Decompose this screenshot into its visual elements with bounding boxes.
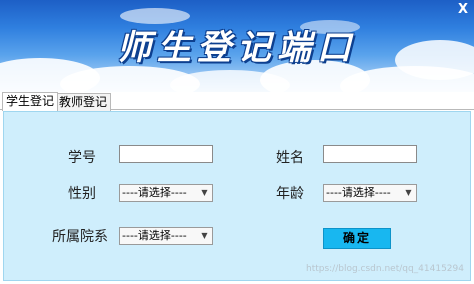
close-icon[interactable]: X [458,2,468,17]
name-label: 姓名 [276,150,304,166]
age-select-value: ----请选择---- [326,186,391,199]
tab-teacher-registration[interactable]: 教师登记 [55,93,112,111]
submit-button[interactable]: 确定 [323,228,391,249]
tab-student-registration[interactable]: 学生登记 [2,92,59,111]
department-label: 所属院系 [52,229,108,245]
chevron-down-icon: ▼ [201,231,208,240]
age-select[interactable]: ----请选择---- ▼ [323,184,417,202]
gender-select-value: ----请选择---- [122,186,187,199]
department-select[interactable]: ----请选择---- ▼ [119,227,213,245]
student-form-panel: 学号 姓名 性别 ----请选择---- ▼ 年龄 ----请选择---- ▼ … [3,111,471,281]
department-select-value: ----请选择---- [122,229,187,242]
chevron-down-icon: ▼ [201,188,208,197]
watermark: https://blog.csdn.net/qq_41415294 [305,264,464,274]
name-input[interactable] [323,145,417,163]
banner-title: 师生登记端口 [117,28,357,68]
chevron-down-icon: ▼ [405,188,412,197]
age-label: 年龄 [276,186,304,202]
student-id-label: 学号 [68,150,96,166]
gender-select[interactable]: ----请选择---- ▼ [119,184,213,202]
tab-bar: 学生登记 教师登记 [0,92,474,111]
student-id-input[interactable] [119,145,213,163]
gender-label: 性别 [68,186,96,202]
banner: 师生登记端口 X [0,0,474,92]
